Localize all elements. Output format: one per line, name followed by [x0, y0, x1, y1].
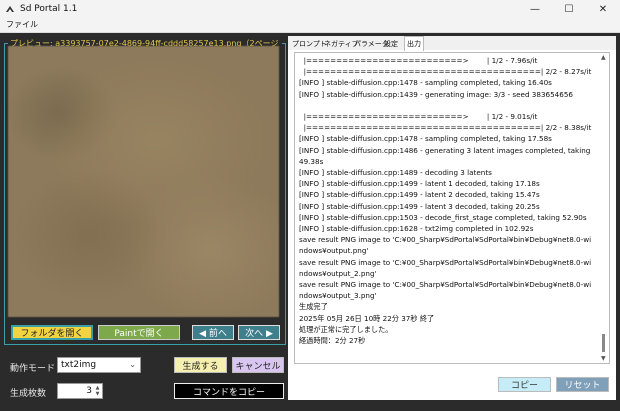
tab-bar: プロンプト ネガティブ パラメータ 設定 出力 — [288, 36, 616, 51]
output-log-text: |==========================> | 1/2 - 7.9… — [299, 56, 592, 346]
spinner-icon[interactable]: ▲ ▼ — [94, 385, 101, 397]
open-folder-button[interactable]: フォルダを開く — [11, 325, 93, 340]
scroll-up-icon[interactable]: ▲ — [601, 54, 606, 61]
menu-file[interactable]: ファイル — [6, 19, 38, 30]
right-panel: プロンプト ネガティブ パラメータ 設定 出力 |===============… — [288, 36, 616, 400]
mode-select[interactable]: txt2img ⌄ — [57, 357, 141, 373]
scroll-thumb[interactable] — [602, 334, 605, 352]
generate-button[interactable]: 生成する — [174, 357, 227, 373]
minimize-button[interactable]: — — [518, 0, 552, 18]
open-paint-button[interactable]: Paintで開く — [98, 325, 180, 340]
title-bar: Sd Portal 1.1 — ☐ ✕ — [0, 0, 620, 18]
preview-image[interactable] — [8, 46, 279, 317]
window-title: Sd Portal 1.1 — [20, 4, 78, 14]
next-button[interactable]: 次へ ▶ — [238, 325, 280, 340]
maximize-button[interactable]: ☐ — [552, 0, 586, 18]
app-icon — [5, 4, 15, 14]
mode-select-value: txt2img — [61, 360, 97, 370]
count-stepper[interactable]: 3 ▲ ▼ — [57, 383, 103, 399]
tab-settings[interactable]: 設定 — [382, 38, 400, 50]
tab-output[interactable]: 出力 — [404, 36, 424, 51]
count-label: 生成枚数 — [10, 389, 47, 399]
chevron-down-icon: ⌄ — [129, 360, 136, 369]
mode-label: 動作モード — [10, 364, 56, 374]
menu-bar: ファイル — [0, 18, 620, 33]
reset-button[interactable]: リセット — [556, 377, 609, 392]
close-button[interactable]: ✕ — [586, 0, 620, 18]
output-log[interactable]: |==========================> | 1/2 - 7.9… — [294, 52, 610, 364]
prev-button[interactable]: ◀ 前へ — [192, 325, 234, 340]
copy-button[interactable]: コピー — [498, 377, 551, 392]
copy-command-button[interactable]: コマンドをコピー — [174, 383, 284, 399]
log-scrollbar[interactable]: ▲ ▼ — [600, 54, 608, 362]
count-value: 3 — [86, 386, 92, 396]
scroll-down-icon[interactable]: ▼ — [601, 355, 606, 362]
cancel-button[interactable]: キャンセル — [232, 357, 284, 373]
